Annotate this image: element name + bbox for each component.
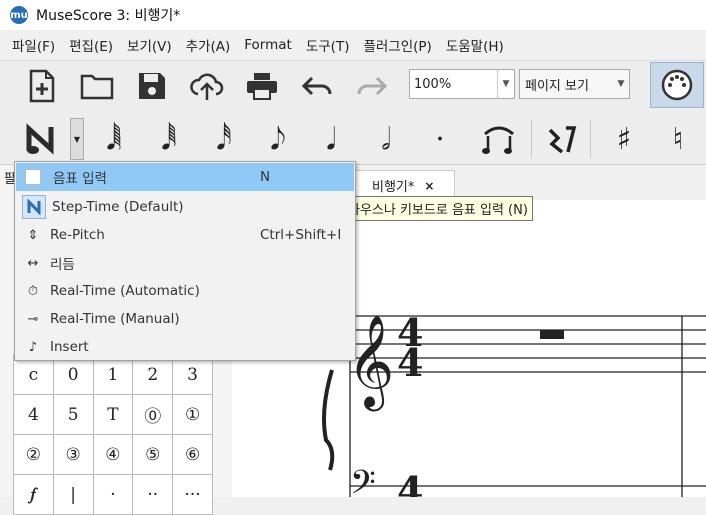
tooltip: 마우스나 키보드로 음표 입력 (N) bbox=[343, 196, 533, 221]
menu-item-real-time-auto[interactable]: ⏱ Real-Time (Automatic) bbox=[16, 277, 354, 305]
palette-cell[interactable]: | bbox=[52, 474, 94, 515]
menu-item-label: Insert bbox=[50, 339, 89, 355]
menu-bar: 파일(F) 편집(E) 보기(V) 추가(A) Format 도구(T) 플러그… bbox=[0, 30, 706, 60]
palette-cell[interactable]: 𝆑 bbox=[13, 474, 54, 515]
menu-help[interactable]: 도움말(H) bbox=[439, 35, 511, 55]
save-icon[interactable] bbox=[132, 66, 172, 106]
bass-clef-icon: 𝄢 bbox=[350, 464, 376, 497]
menu-item-step-time[interactable]: Step-Time (Default) bbox=[16, 193, 354, 221]
sharp-icon[interactable]: ♯ bbox=[600, 116, 648, 162]
menu-item-insert[interactable]: ♪ Insert bbox=[16, 333, 354, 361]
chevron-down-icon[interactable]: ▼ bbox=[613, 70, 629, 98]
midi-input-button[interactable] bbox=[650, 62, 704, 108]
chevron-down-icon[interactable]: ▼ bbox=[497, 70, 514, 98]
eighth-note-icon[interactable]: 𝅘𝅥𝅮 bbox=[254, 116, 302, 162]
palette-cell[interactable]: ⑤ bbox=[132, 434, 174, 475]
note-input-mode-menu: 음표 입력 N Step-Time (Default) ⇕ Re-Pitch C… bbox=[14, 161, 356, 361]
tooltip-text: 마우스나 키보드로 음표 입력 (N) bbox=[348, 203, 528, 218]
menu-plugins[interactable]: 플러그인(P) bbox=[356, 35, 438, 55]
voice-rest-icon[interactable] bbox=[537, 116, 585, 162]
palette-cell[interactable]: ② bbox=[13, 434, 54, 475]
palette-cell[interactable]: ⑥ bbox=[172, 434, 213, 475]
undo-icon[interactable] bbox=[297, 66, 337, 106]
menu-item-note-input[interactable]: 음표 입력 N bbox=[16, 163, 354, 191]
menu-file[interactable]: 파일(F) bbox=[0, 35, 62, 55]
toolbar-separator bbox=[590, 120, 591, 158]
note-n-icon bbox=[22, 195, 46, 219]
clock-icon: ⏱ bbox=[27, 283, 39, 299]
palette-cell[interactable]: ③ bbox=[52, 434, 94, 475]
toolbar-separator bbox=[531, 120, 532, 158]
title-bar: mu MuseScore 3: 비행기* bbox=[0, 0, 706, 30]
menu-item-label: 리듬 bbox=[50, 257, 75, 273]
palette-cell[interactable]: ⓪ bbox=[132, 394, 174, 435]
tie-icon[interactable] bbox=[475, 116, 523, 162]
16th-note-icon[interactable]: 𝅘𝅥𝅰 bbox=[200, 116, 248, 162]
musescore-logo-icon: mu bbox=[10, 6, 28, 24]
palette-cell[interactable]: ④ bbox=[92, 434, 134, 475]
palette-cell[interactable]: ① bbox=[172, 394, 213, 435]
menu-item-re-pitch[interactable]: ⇕ Re-Pitch Ctrl+Shift+I bbox=[16, 221, 354, 249]
redo-icon[interactable] bbox=[352, 66, 392, 106]
64th-note-icon[interactable]: 𝅘𝅥𝅲 bbox=[90, 116, 138, 162]
zoom-combobox[interactable]: 100% ▼ bbox=[409, 69, 515, 99]
checkbox-icon[interactable] bbox=[25, 169, 41, 185]
midi-icon bbox=[661, 69, 693, 101]
palette-cell[interactable]: T bbox=[92, 394, 134, 435]
insert-icon: ♪ bbox=[28, 339, 38, 355]
32nd-note-icon[interactable]: 𝅘𝅥𝅱 bbox=[145, 116, 193, 162]
palette-cell[interactable]: ··· bbox=[172, 474, 213, 515]
menu-item-label: Re-Pitch bbox=[50, 227, 105, 243]
view-mode-value: 페이지 보기 bbox=[525, 78, 589, 94]
chevron-down-icon[interactable]: ▼ bbox=[70, 118, 84, 160]
menu-item-label: Real-Time (Manual) bbox=[50, 311, 180, 327]
open-folder-icon[interactable] bbox=[77, 66, 117, 106]
palette-cell[interactable]: 5 bbox=[52, 394, 94, 435]
cloud-upload-icon[interactable] bbox=[187, 66, 227, 106]
rhythm-icon: ↔ bbox=[27, 255, 39, 271]
zoom-value: 100% bbox=[414, 76, 452, 92]
close-icon[interactable]: × bbox=[424, 179, 434, 193]
pedal-icon: ⊸ bbox=[27, 311, 39, 327]
menu-item-label: Real-Time (Automatic) bbox=[50, 283, 200, 299]
menu-item-label: Step-Time (Default) bbox=[52, 199, 184, 215]
natural-icon[interactable]: ♮ bbox=[654, 116, 702, 162]
menu-item-rhythm[interactable]: ↔ 리듬 bbox=[16, 249, 354, 277]
quarter-note-icon[interactable]: 𝅘𝅥 bbox=[307, 116, 355, 162]
palette-cell[interactable]: · bbox=[92, 474, 134, 515]
svg-text:4: 4 bbox=[397, 468, 423, 497]
half-note-icon[interactable]: 𝅗𝅥 bbox=[362, 116, 410, 162]
print-icon[interactable] bbox=[242, 66, 282, 106]
time-signature-bottom: 4 bbox=[397, 340, 423, 385]
tab-label: 비행기* bbox=[372, 180, 415, 195]
menu-format[interactable]: Format bbox=[237, 37, 299, 53]
note-input-n-icon[interactable] bbox=[18, 116, 66, 162]
menu-add[interactable]: 추가(A) bbox=[179, 35, 238, 55]
menu-item-shortcut: N bbox=[260, 169, 271, 185]
menu-tools[interactable]: 도구(T) bbox=[299, 35, 357, 55]
menu-item-label: 음표 입력 bbox=[53, 171, 107, 187]
palette-cell[interactable]: 4 bbox=[13, 394, 54, 435]
palette-grid: c 0 1 2 3 4 5 T ⓪ ① ② ③ ④ ⑤ ⑥ 𝆑 | · ·· ·… bbox=[13, 354, 213, 515]
menu-edit[interactable]: 편집(E) bbox=[62, 35, 120, 55]
menu-item-real-time-manual[interactable]: ⊸ Real-Time (Manual) bbox=[16, 305, 354, 333]
whole-rest-icon bbox=[540, 330, 564, 339]
new-file-icon[interactable] bbox=[22, 66, 62, 106]
whole-note-icon[interactable]: · bbox=[416, 116, 464, 162]
palette-cell[interactable]: ·· bbox=[132, 474, 174, 515]
menu-item-shortcut: Ctrl+Shift+I bbox=[260, 227, 342, 243]
menu-view[interactable]: 보기(V) bbox=[120, 35, 179, 55]
repitch-icon: ⇕ bbox=[27, 227, 39, 243]
window-title: MuseScore 3: 비행기* bbox=[36, 8, 181, 24]
view-mode-select[interactable]: 페이지 보기 ▼ bbox=[519, 69, 630, 99]
